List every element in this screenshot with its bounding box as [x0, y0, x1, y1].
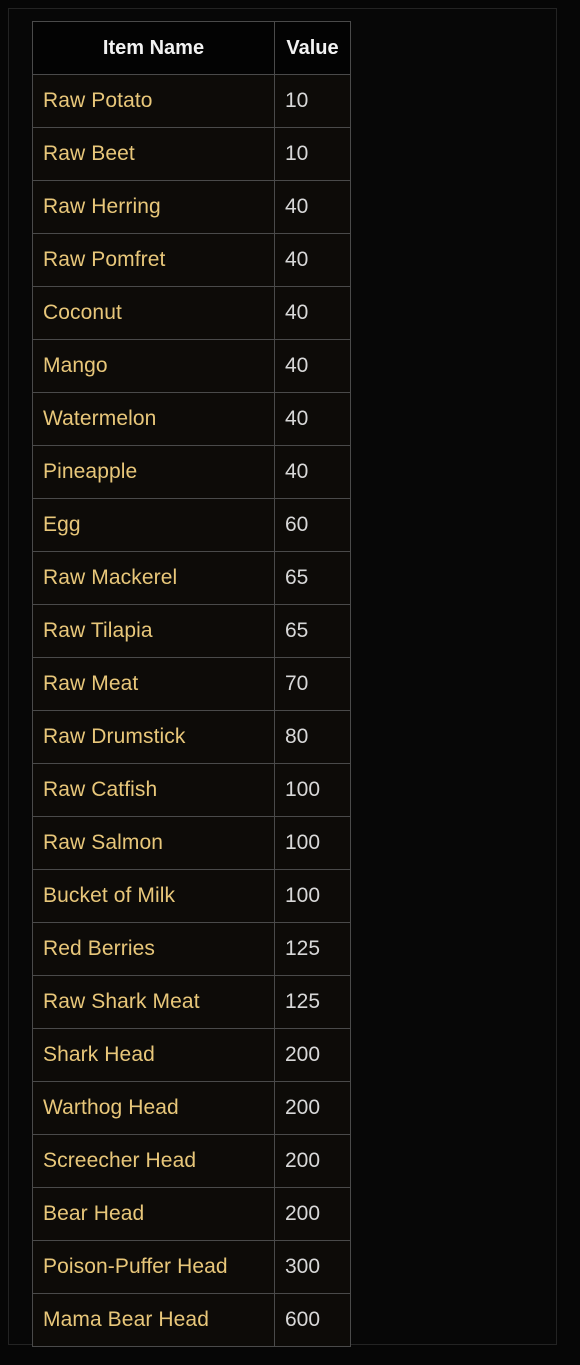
table-row: Red Berries 125	[32, 922, 351, 976]
cell-value: 40	[274, 233, 351, 287]
cell-item-name: Raw Pomfret	[32, 233, 275, 287]
cell-item-name: Egg	[32, 498, 275, 552]
cell-item-name: Mama Bear Head	[32, 1293, 275, 1347]
cell-item-name: Raw Catfish	[32, 763, 275, 817]
cell-item-name: Raw Tilapia	[32, 604, 275, 658]
cell-item-name: Raw Meat	[32, 657, 275, 711]
cell-value: 60	[274, 498, 351, 552]
table-row: Raw Potato 10	[32, 74, 351, 128]
table-row: Poison-Puffer Head 300	[32, 1240, 351, 1294]
cell-value: 300	[274, 1240, 351, 1294]
cell-value: 40	[274, 286, 351, 340]
cell-value: 80	[274, 710, 351, 764]
cell-item-name: Red Berries	[32, 922, 275, 976]
cell-value: 200	[274, 1187, 351, 1241]
table-row: Coconut 40	[32, 286, 351, 340]
cell-value: 100	[274, 816, 351, 870]
cell-value: 200	[274, 1081, 351, 1135]
cell-value: 40	[274, 339, 351, 393]
cell-item-name: Bear Head	[32, 1187, 275, 1241]
table-row: Raw Salmon 100	[32, 816, 351, 870]
table-row: Shark Head 200	[32, 1028, 351, 1082]
cell-item-name: Mango	[32, 339, 275, 393]
cell-value: 10	[274, 74, 351, 128]
cell-value: 200	[274, 1134, 351, 1188]
cell-item-name: Raw Beet	[32, 127, 275, 181]
column-header-item-name[interactable]: Item Name	[32, 21, 275, 75]
cell-item-name: Raw Shark Meat	[32, 975, 275, 1029]
table-row: Pineapple 40	[32, 445, 351, 499]
cell-value: 100	[274, 763, 351, 817]
cell-value: 40	[274, 180, 351, 234]
cell-value: 600	[274, 1293, 351, 1347]
cell-value: 70	[274, 657, 351, 711]
table-row: Raw Herring 40	[32, 180, 351, 234]
page-frame: Item Name Value Raw Potato 10 Raw Beet 10 Ra…	[8, 8, 557, 1347]
table-body: Raw Potato 10 Raw Beet 10 Raw Herring 40 Raw P…	[32, 74, 351, 1347]
table-row: Raw Catfish 100	[32, 763, 351, 817]
cell-item-name: Raw Herring	[32, 180, 275, 234]
cell-item-name: Bucket of Milk	[32, 869, 275, 923]
cell-item-name: Shark Head	[32, 1028, 275, 1082]
cell-value: 200	[274, 1028, 351, 1082]
table-header: Item Name Value	[32, 21, 351, 75]
cell-item-name: Raw Potato	[32, 74, 275, 128]
table-header-row: Item Name Value	[32, 21, 351, 75]
cell-item-name: Warthog Head	[32, 1081, 275, 1135]
table-row: Screecher Head 200	[32, 1134, 351, 1188]
cell-value: 40	[274, 392, 351, 446]
cell-item-name: Coconut	[32, 286, 275, 340]
cell-value: 125	[274, 975, 351, 1029]
cell-value: 65	[274, 551, 351, 605]
column-header-value[interactable]: Value	[274, 21, 351, 75]
cell-item-name: Screecher Head	[32, 1134, 275, 1188]
table-row: Raw Drumstick 80	[32, 710, 351, 764]
cell-item-name: Raw Salmon	[32, 816, 275, 870]
table-row: Watermelon 40	[32, 392, 351, 446]
cell-value: 10	[274, 127, 351, 181]
cell-item-name: Watermelon	[32, 392, 275, 446]
cell-value: 100	[274, 869, 351, 923]
table-row: Bucket of Milk 100	[32, 869, 351, 923]
table-row: Raw Tilapia 65	[32, 604, 351, 658]
cell-value: 40	[274, 445, 351, 499]
table-row: Raw Beet 10	[32, 127, 351, 181]
table-row: Raw Meat 70	[32, 657, 351, 711]
cell-value: 125	[274, 922, 351, 976]
table-row: Bear Head 200	[32, 1187, 351, 1241]
cell-item-name: Poison-Puffer Head	[32, 1240, 275, 1294]
table-row: Egg 60	[32, 498, 351, 552]
cell-item-name: Pineapple	[32, 445, 275, 499]
table-row: Raw Pomfret 40	[32, 233, 351, 287]
table-row: Warthog Head 200	[32, 1081, 351, 1135]
table-row: Mama Bear Head 600	[32, 1293, 351, 1347]
cell-item-name: Raw Drumstick	[32, 710, 275, 764]
table-row: Raw Shark Meat 125	[32, 975, 351, 1029]
cell-item-name: Raw Mackerel	[32, 551, 275, 605]
table-row: Raw Mackerel 65	[32, 551, 351, 605]
table-row: Mango 40	[32, 339, 351, 393]
item-value-table: Item Name Value Raw Potato 10 Raw Beet 10 Ra…	[32, 21, 351, 1347]
cell-value: 65	[274, 604, 351, 658]
